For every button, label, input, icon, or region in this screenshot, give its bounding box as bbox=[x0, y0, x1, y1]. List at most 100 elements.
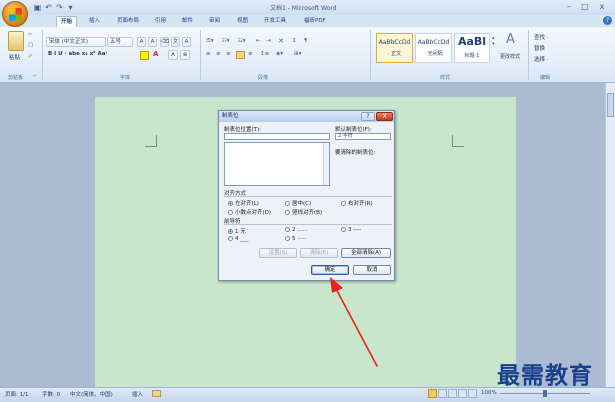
leader-underline-radio[interactable]: 4 ___ bbox=[228, 236, 249, 242]
font-name-select[interactable]: 宋体 (中文正文) bbox=[46, 37, 106, 47]
styles-scroll-icon[interactable]: ▴ ▾ bbox=[492, 35, 495, 47]
scrollbar-thumb[interactable] bbox=[607, 93, 614, 117]
tab-stop-list[interactable] bbox=[224, 142, 330, 186]
status-word-count[interactable]: 字数: 0 bbox=[42, 390, 60, 398]
clear-format-icon[interactable]: ⌫ bbox=[160, 37, 169, 47]
office-button[interactable] bbox=[2, 1, 28, 27]
chinese-layout-icon[interactable]: ✕ bbox=[278, 37, 284, 45]
list-scrollbar[interactable] bbox=[323, 143, 329, 185]
leader-middle-dots-radio[interactable]: 5 ····· bbox=[285, 236, 306, 242]
paste-button-label[interactable]: 粘贴 bbox=[9, 53, 20, 61]
char-shading-icon[interactable]: A bbox=[168, 50, 178, 60]
full-screen-reading-icon[interactable] bbox=[438, 389, 447, 398]
cancel-button[interactable]: 取消 bbox=[353, 265, 391, 275]
numbering-icon[interactable]: ☷▾ bbox=[222, 38, 230, 44]
shrink-font-icon[interactable]: A bbox=[148, 37, 157, 47]
ok-button[interactable]: 确定 bbox=[311, 265, 349, 275]
set-button[interactable]: 设置(S) bbox=[259, 248, 297, 258]
tab-foxit-pdf[interactable]: 福昕PDF bbox=[300, 16, 330, 27]
close-button[interactable]: x bbox=[595, 2, 609, 12]
save-icon[interactable]: ▣ bbox=[33, 3, 42, 12]
borders-icon[interactable]: ⊞▾ bbox=[294, 51, 301, 57]
clipboard-launcher-icon[interactable]: ⌐ bbox=[33, 73, 37, 79]
tab-insert[interactable]: 插入 bbox=[85, 16, 104, 27]
align-decimal-radio[interactable]: 小数点对齐(D) bbox=[228, 208, 271, 216]
vertical-scrollbar[interactable] bbox=[605, 83, 615, 387]
align-center-icon[interactable]: ≡ bbox=[216, 51, 221, 57]
enclose-char-icon[interactable]: ⊕ bbox=[180, 50, 190, 60]
tab-stop-position-label: 制表位位置(T): bbox=[224, 127, 262, 133]
macro-record-icon[interactable] bbox=[152, 390, 161, 397]
cut-icon[interactable]: ✂ bbox=[28, 32, 33, 38]
char-border-icon[interactable]: A bbox=[182, 37, 191, 47]
dialog-close-button[interactable]: X bbox=[376, 112, 393, 121]
minimize-button[interactable]: – bbox=[562, 2, 576, 12]
dialog-help-button[interactable]: ? bbox=[361, 112, 375, 121]
undo-icon[interactable]: ↶ bbox=[44, 3, 53, 12]
draft-view-icon[interactable] bbox=[468, 389, 477, 398]
distributed-icon[interactable]: ≡ bbox=[248, 51, 253, 57]
find-button[interactable]: 查找 · bbox=[534, 33, 549, 41]
maximize-button[interactable]: □ bbox=[578, 2, 592, 12]
font-format-row[interactable]: B I U · abe x₂ x² Aa· bbox=[48, 51, 108, 57]
select-button[interactable]: 选择 · bbox=[534, 55, 549, 63]
change-styles-icon[interactable]: A bbox=[506, 32, 515, 47]
font-size-select[interactable]: 五号 bbox=[107, 37, 133, 47]
grow-font-icon[interactable]: A bbox=[137, 37, 146, 47]
style-sample: AaBbCcDd bbox=[417, 39, 450, 46]
zoom-slider-thumb[interactable] bbox=[543, 390, 547, 397]
copy-icon[interactable]: ❐ bbox=[28, 43, 33, 49]
outline-view-icon[interactable] bbox=[458, 389, 467, 398]
align-right-icon[interactable]: ≡ bbox=[226, 51, 231, 57]
status-language[interactable]: 中文(简体，中国) bbox=[70, 390, 113, 398]
justify-icon[interactable] bbox=[236, 51, 245, 59]
decrease-indent-icon[interactable]: ⇤ bbox=[256, 38, 261, 44]
style-heading-1[interactable]: AaBl 标题 1 bbox=[454, 33, 490, 63]
bullets-icon[interactable]: ☰▾ bbox=[206, 38, 214, 44]
quick-access-dropdown-icon[interactable]: ▾ bbox=[66, 3, 75, 12]
align-right-radio[interactable]: 右对齐(R) bbox=[341, 199, 373, 207]
align-left-radio[interactable]: 左对齐(L) bbox=[228, 199, 259, 207]
align-left-icon[interactable]: ≡ bbox=[206, 51, 211, 57]
font-color-icon[interactable]: A bbox=[153, 50, 158, 58]
style-normal[interactable]: AaBbCcDd · 正文 bbox=[376, 33, 413, 63]
leader-dots-radio[interactable]: 2 ...... bbox=[285, 227, 308, 233]
phonetic-guide-icon[interactable]: 文 bbox=[171, 37, 180, 47]
clear-button[interactable]: 清除(E) bbox=[300, 248, 338, 258]
line-spacing-icon[interactable]: ↕≡ bbox=[260, 51, 269, 57]
increase-indent-icon[interactable]: ⇥ bbox=[266, 38, 271, 44]
multilevel-list-icon[interactable]: ☳▾ bbox=[238, 38, 246, 44]
tab-view[interactable]: 视图 bbox=[233, 16, 252, 27]
web-layout-icon[interactable] bbox=[448, 389, 457, 398]
sort-icon[interactable]: ↕ bbox=[292, 38, 297, 44]
tab-page-layout[interactable]: 页面布局 bbox=[113, 16, 143, 27]
align-center-radio[interactable]: 居中(C) bbox=[285, 199, 311, 207]
align-bar-radio[interactable]: 竖线对齐(B) bbox=[285, 208, 322, 216]
tab-mailings[interactable]: 邮件 bbox=[178, 16, 197, 27]
default-tab-stops-input[interactable]: 2 字符 bbox=[335, 133, 391, 140]
zoom-level[interactable]: 100% bbox=[481, 390, 497, 396]
style-name: · 正文 bbox=[387, 51, 402, 57]
editing-group-label: 编辑 bbox=[540, 75, 551, 81]
tab-references[interactable]: 引用 bbox=[151, 16, 170, 27]
tab-stop-position-input[interactable] bbox=[224, 133, 330, 140]
replace-button[interactable]: 替换 bbox=[534, 44, 545, 52]
tab-review[interactable]: 审阅 bbox=[205, 16, 224, 27]
tab-home[interactable]: 开始 bbox=[56, 16, 78, 27]
style-no-spacing[interactable]: AaBbCcDd · 无间隔 bbox=[415, 33, 452, 63]
leader-dashes-radio[interactable]: 3 ---- bbox=[341, 227, 361, 233]
shading-icon[interactable]: ◈▾ bbox=[276, 51, 283, 57]
redo-icon[interactable]: ↷ bbox=[55, 3, 64, 12]
leader-none-radio[interactable]: 1 无 bbox=[228, 227, 246, 235]
help-icon[interactable]: ? bbox=[603, 16, 612, 25]
change-styles-button[interactable]: 更改样式 bbox=[500, 53, 520, 60]
format-painter-icon[interactable]: ✐ bbox=[28, 54, 33, 60]
status-page[interactable]: 页面: 1/1 bbox=[5, 390, 28, 398]
highlight-icon[interactable] bbox=[140, 51, 149, 60]
paste-icon[interactable] bbox=[8, 31, 24, 51]
tab-developer[interactable]: 开发工具 bbox=[260, 16, 290, 27]
print-layout-icon[interactable] bbox=[428, 389, 437, 398]
clear-all-button[interactable]: 全部清除(A) bbox=[341, 248, 391, 258]
show-marks-icon[interactable]: ¶ bbox=[304, 38, 308, 44]
status-insert-mode[interactable]: 插入 bbox=[132, 390, 143, 398]
